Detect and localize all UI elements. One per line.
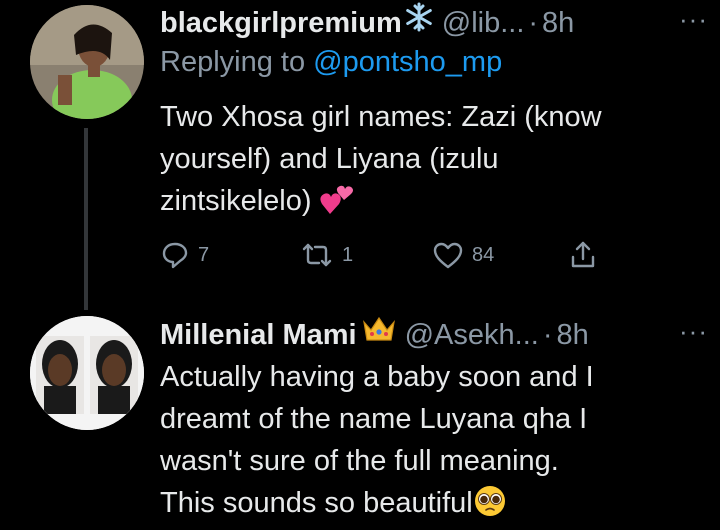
separator-dot: ·: [542, 319, 553, 351]
tweet-header: Millenial Mami @Asekh... · 8h: [160, 314, 720, 354]
tweet-text-line: wasn't sure of the full meaning.: [160, 445, 559, 477]
reply-icon: [162, 242, 188, 269]
tweet-text-line: yourself) and Liyana (izulu: [160, 143, 499, 175]
reply-count: 7: [198, 243, 210, 266]
action-bar: 7 1 84: [160, 236, 620, 276]
thread-line: [84, 128, 88, 310]
tweet-blackgirlpremium[interactable]: blackgirlpremium @lib... · 8h ··· Replyi…: [0, 0, 720, 310]
separator-dot: ·: [528, 7, 539, 39]
more-options-icon[interactable]: ···: [679, 4, 708, 35]
user-handle[interactable]: @Asekh...: [405, 319, 539, 352]
share-icon: [571, 241, 595, 268]
two-hearts-emoji: [319, 184, 354, 228]
tweet-text: Two Xhosa girl names: Zazi (know yoursel…: [160, 96, 705, 228]
replying-prefix: Replying to: [160, 46, 306, 78]
tweet-text-line: Actually having a baby soon and I: [160, 361, 594, 393]
tweet-text-line: This sounds so beautiful: [160, 482, 705, 530]
user-handle[interactable]: @lib...: [442, 7, 525, 40]
timestamp[interactable]: 8h: [557, 319, 589, 352]
tweet-header: blackgirlpremium @lib... · 8h: [160, 2, 720, 42]
avatar[interactable]: [30, 316, 144, 430]
like-count: 84: [472, 243, 495, 266]
tweet-text-line: dreamt of the name Luyana qha I: [160, 403, 588, 435]
share-button[interactable]: [568, 240, 598, 270]
tweet-millenial-mami[interactable]: Millenial Mami @Asekh... · 8h ··· Actual…: [0, 300, 720, 521]
retweet-button[interactable]: 1: [300, 240, 353, 270]
replying-to: Replying to @pontsho_mp: [160, 46, 502, 79]
like-button[interactable]: 84: [432, 240, 494, 270]
reply-button[interactable]: 7: [160, 240, 209, 270]
tweet-text-line: Two Xhosa girl names: Zazi (know: [160, 101, 602, 133]
snowflake-emoji: [404, 2, 434, 40]
heart-icon: [433, 242, 463, 269]
crown-emoji: [361, 314, 397, 352]
pleading-face-emoji: [473, 484, 507, 530]
more-options-icon[interactable]: ···: [679, 316, 708, 347]
reply-mention-link[interactable]: @pontsho_mp: [313, 46, 502, 78]
retweet-count: 1: [342, 243, 354, 266]
tweet-text: Actually having a baby soon and I dreamt…: [160, 356, 705, 530]
timestamp[interactable]: 8h: [542, 7, 574, 40]
display-name[interactable]: blackgirlpremium: [160, 7, 402, 40]
display-name[interactable]: Millenial Mami: [160, 319, 357, 352]
retweet-icon: [302, 243, 332, 267]
tweet-text-line: zintsikelelo): [160, 180, 705, 228]
avatar[interactable]: [30, 5, 144, 119]
